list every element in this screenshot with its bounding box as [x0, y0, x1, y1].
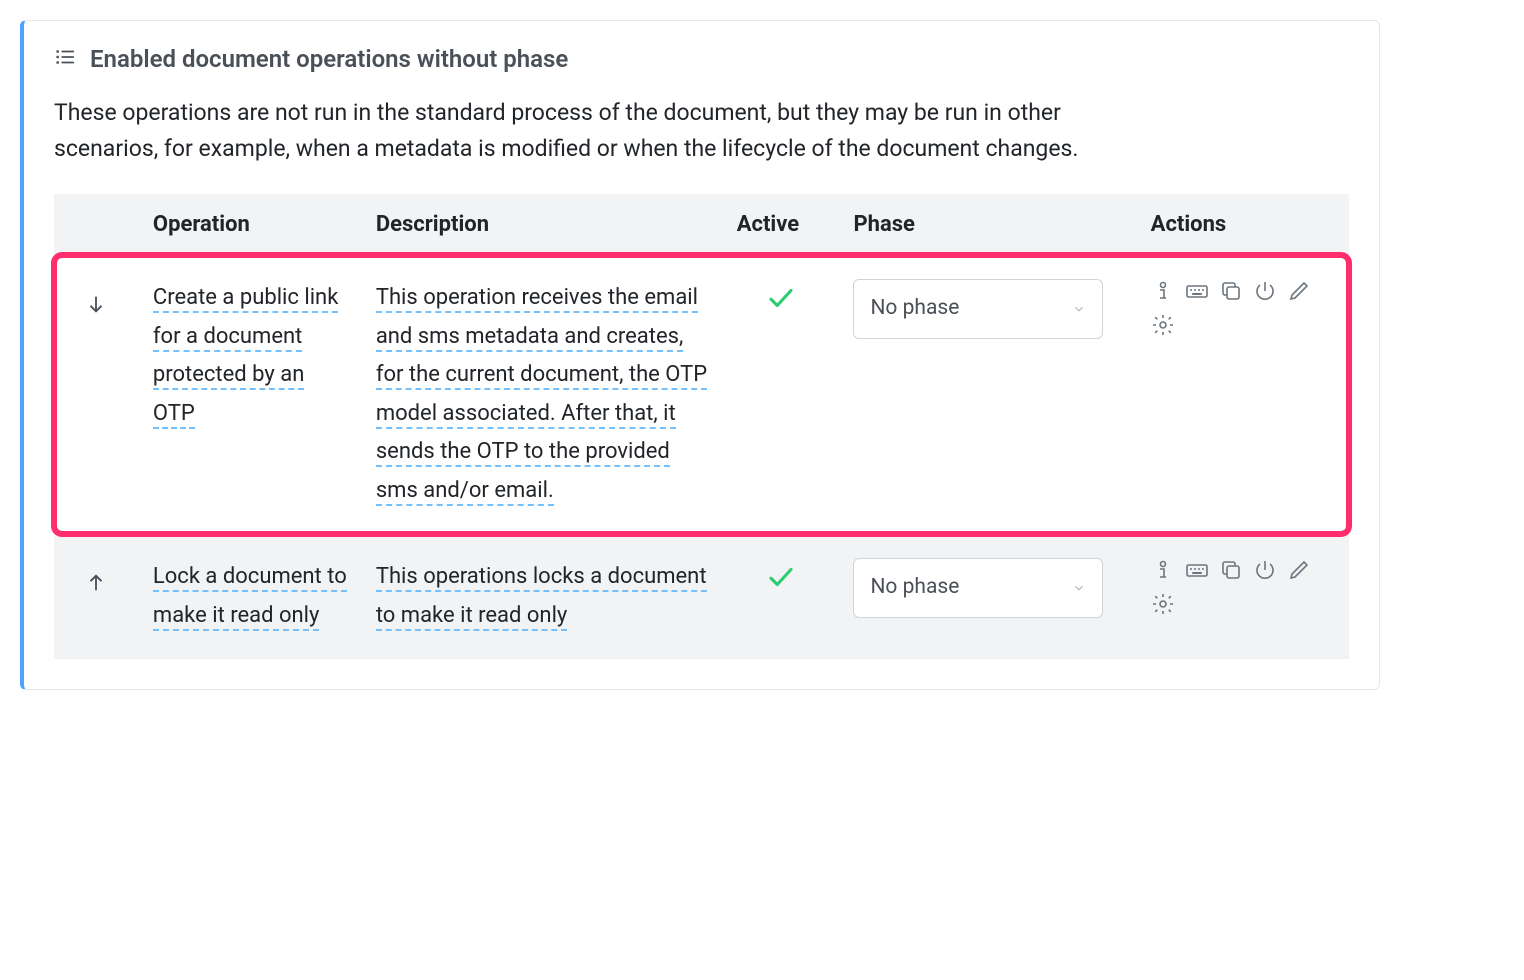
power-icon[interactable] — [1253, 558, 1277, 582]
operation-cell: Create a public link for a document prot… — [139, 255, 362, 534]
header-operation: Operation — [139, 194, 362, 255]
active-checkmark-icon — [766, 294, 796, 319]
header-active: Active — [723, 194, 840, 255]
panel-description: These operations are not run in the stan… — [54, 95, 1134, 166]
header-actions: Actions — [1137, 194, 1349, 255]
phase-select[interactable]: No phase — [853, 279, 1103, 339]
move-down-icon[interactable] — [85, 296, 107, 321]
actions-cell — [1137, 255, 1349, 534]
edit-icon[interactable] — [1287, 558, 1311, 582]
phase-cell: No phase — [839, 534, 1136, 659]
panel-title: Enabled document operations without phas… — [90, 45, 568, 73]
edit-icon[interactable] — [1287, 279, 1311, 303]
keyboard-icon[interactable] — [1185, 279, 1209, 303]
panel-header: Enabled document operations without phas… — [54, 45, 1349, 73]
chevron-down-icon — [1072, 581, 1086, 595]
description-cell: This operations locks a document to make… — [362, 534, 723, 659]
table-row: Create a public link for a document prot… — [54, 255, 1349, 534]
description-text[interactable]: This operations locks a document to make… — [376, 564, 707, 631]
operation-cell: Lock a document to make it read only — [139, 534, 362, 659]
table-header-row: Operation Description Active Phase Actio… — [54, 194, 1349, 255]
active-cell — [723, 255, 840, 534]
info-icon[interactable] — [1151, 279, 1175, 303]
description-cell: This operation receives the email and sm… — [362, 255, 723, 534]
gear-icon[interactable] — [1151, 313, 1175, 337]
copy-icon[interactable] — [1219, 279, 1243, 303]
reorder-cell — [54, 255, 139, 534]
move-up-icon[interactable] — [85, 575, 107, 600]
phase-select-value: No phase — [870, 292, 959, 326]
reorder-cell — [54, 534, 139, 659]
chevron-down-icon — [1072, 302, 1086, 316]
active-checkmark-icon — [766, 573, 796, 598]
panel-enabled-operations: Enabled document operations without phas… — [20, 20, 1380, 690]
phase-select-value: No phase — [870, 571, 959, 605]
active-cell — [723, 534, 840, 659]
phase-select[interactable]: No phase — [853, 558, 1103, 618]
header-reorder — [54, 194, 139, 255]
header-phase: Phase — [839, 194, 1136, 255]
phase-cell: No phase — [839, 255, 1136, 534]
gear-icon[interactable] — [1151, 592, 1175, 616]
operation-text[interactable]: Create a public link for a document prot… — [153, 285, 338, 429]
list-icon — [54, 46, 76, 72]
table-row: Lock a document to make it read only Thi… — [54, 534, 1349, 659]
power-icon[interactable] — [1253, 279, 1277, 303]
copy-icon[interactable] — [1219, 558, 1243, 582]
header-description: Description — [362, 194, 723, 255]
keyboard-icon[interactable] — [1185, 558, 1209, 582]
operation-text[interactable]: Lock a document to make it read only — [153, 564, 347, 631]
description-text[interactable]: This operation receives the email and sm… — [376, 285, 707, 506]
actions-cell — [1137, 534, 1349, 659]
info-icon[interactable] — [1151, 558, 1175, 582]
operations-table: Operation Description Active Phase Actio… — [54, 194, 1349, 659]
